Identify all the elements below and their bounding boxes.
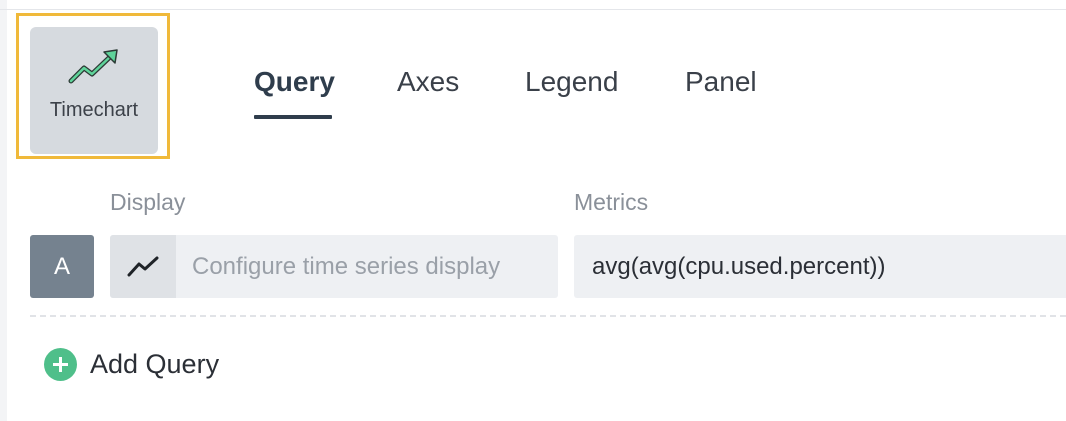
tab-axes[interactable]: Axes [397, 66, 459, 98]
top-divider [0, 9, 1066, 10]
add-query-button[interactable]: Add Query [44, 348, 219, 381]
plus-circle-icon [44, 348, 77, 381]
trending-up-icon [68, 49, 118, 84]
tab-panel[interactable]: Panel [685, 66, 757, 98]
add-query-label: Add Query [90, 349, 220, 379]
line-chart-icon [127, 256, 159, 276]
left-rail [0, 0, 7, 421]
active-tab-indicator [254, 115, 332, 119]
display-config-field[interactable]: Configure time series display [110, 235, 558, 298]
metrics-field[interactable]: avg(avg(cpu.used.percent)) [574, 235, 1066, 298]
metrics-column-label: Metrics [574, 189, 649, 215]
metric-expression: avg(avg(cpu.used.percent)) [592, 252, 886, 280]
tab-legend[interactable]: Legend [525, 66, 618, 98]
query-letter-badge[interactable]: A [30, 235, 94, 298]
visualization-label: Timechart [49, 99, 139, 121]
visualization-type-timechart[interactable]: Timechart [30, 27, 158, 154]
display-type-button[interactable] [110, 235, 176, 298]
display-column-label: Display [110, 189, 186, 215]
display-placeholder: Configure time series display [192, 252, 501, 280]
query-divider [30, 315, 1066, 317]
tab-query[interactable]: Query [254, 66, 335, 98]
